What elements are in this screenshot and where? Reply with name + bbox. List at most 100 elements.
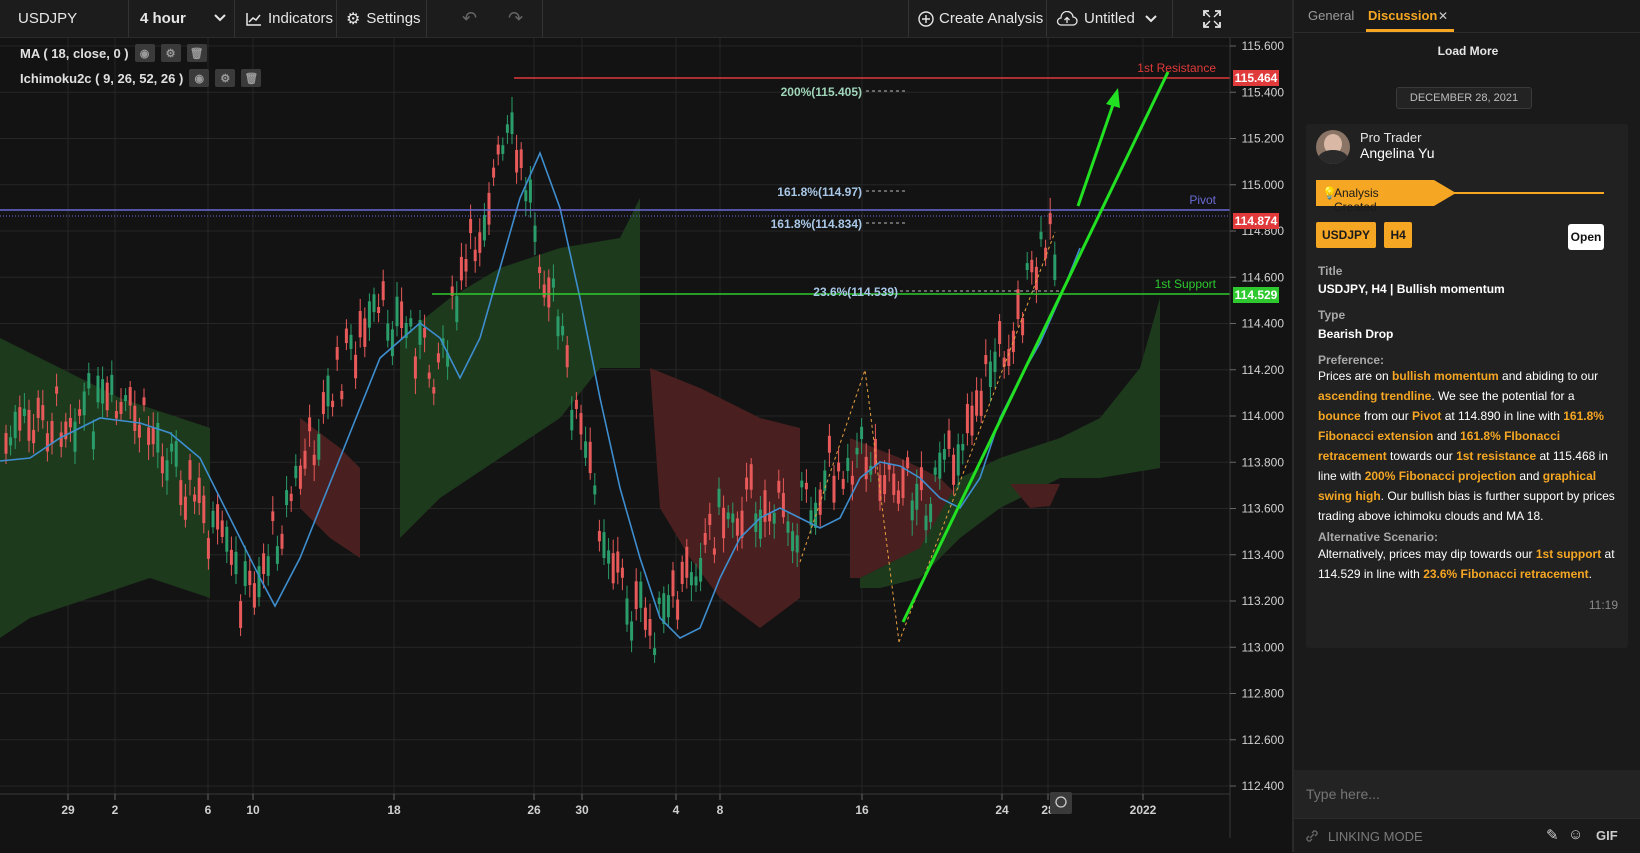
candle-body bbox=[427, 372, 431, 379]
candle-body bbox=[340, 390, 344, 400]
fullscreen-button[interactable] bbox=[1202, 0, 1222, 37]
timeframe-dropdown[interactable]: 4 hour bbox=[140, 0, 232, 37]
price-tick-label: 113.200 bbox=[1242, 594, 1285, 608]
candle-body bbox=[289, 493, 293, 502]
timeframe-label: 4 hour bbox=[140, 10, 186, 27]
candle-body bbox=[280, 533, 284, 549]
candle-body bbox=[170, 443, 174, 452]
candle-body bbox=[800, 480, 804, 488]
candle-body bbox=[386, 323, 390, 341]
tab-general[interactable]: General bbox=[1308, 8, 1354, 23]
eye-icon[interactable]: ◉ bbox=[189, 69, 210, 87]
price-chart[interactable]: 115.600 115.400 115.200 115.000 114.800 114.6… bbox=[0, 38, 1292, 852]
candle-body bbox=[225, 526, 229, 552]
gear-icon[interactable]: ⚙ bbox=[215, 69, 236, 87]
candle-body bbox=[469, 218, 473, 234]
trash-icon[interactable]: 🗑 bbox=[186, 44, 207, 62]
redo-button[interactable]: ↷ bbox=[508, 0, 523, 37]
open-button[interactable]: Open bbox=[1568, 224, 1604, 250]
gif-button[interactable]: GIF bbox=[1596, 828, 1618, 843]
load-more-button[interactable]: Load More bbox=[1294, 44, 1640, 58]
gear-icon[interactable]: ⚙ bbox=[160, 44, 181, 62]
gear-icon: ⚙ bbox=[346, 10, 361, 28]
message-input[interactable] bbox=[1304, 780, 1628, 808]
chevron-down-icon bbox=[214, 14, 226, 22]
candle-body bbox=[565, 345, 569, 368]
candle-body bbox=[487, 192, 491, 225]
tab-discussion[interactable]: Discussion bbox=[1368, 8, 1437, 23]
candle-body bbox=[749, 464, 753, 490]
emoji-icon[interactable]: ☺ bbox=[1568, 826, 1583, 843]
price-tick-label: 114.000 bbox=[1242, 409, 1285, 423]
highlight: Pivot bbox=[1412, 409, 1442, 423]
candle-body bbox=[381, 281, 385, 301]
candle-body bbox=[597, 530, 601, 542]
candle-body bbox=[234, 551, 238, 575]
candle-body bbox=[78, 409, 82, 416]
candle-body bbox=[938, 452, 942, 479]
timeframe-tag: H4 bbox=[1384, 222, 1412, 248]
author-role: Pro Trader bbox=[1360, 130, 1422, 145]
candle-body bbox=[731, 513, 735, 523]
layout-dropdown[interactable]: Untitled bbox=[1056, 0, 1157, 37]
symbol-selector[interactable]: USDJPY bbox=[18, 0, 77, 37]
price-tick-label: 114.400 bbox=[1242, 317, 1285, 331]
candle-body bbox=[73, 421, 77, 452]
candle-body bbox=[377, 307, 381, 314]
symbol-label: USDJPY bbox=[18, 10, 78, 27]
candle-body bbox=[942, 448, 946, 460]
close-icon[interactable]: ✕ bbox=[1438, 9, 1448, 23]
candle-body bbox=[308, 417, 312, 432]
sidebar-tabs: General Discussion ✕ bbox=[1294, 0, 1640, 33]
candle-body bbox=[901, 466, 905, 499]
candle-body bbox=[409, 318, 413, 327]
undo-button[interactable]: ↶ bbox=[462, 0, 477, 37]
candle-body bbox=[712, 548, 716, 555]
candle-body bbox=[956, 444, 960, 476]
candle-body bbox=[639, 581, 643, 608]
indicators-button[interactable]: Indicators bbox=[246, 0, 333, 37]
eye-icon[interactable]: ◉ bbox=[134, 44, 155, 62]
price-tick-label: 113.000 bbox=[1242, 640, 1285, 654]
type-value: Bearish Drop bbox=[1318, 327, 1394, 341]
attachment-icon[interactable]: ✎ bbox=[1546, 826, 1559, 844]
time-tick-label: 10 bbox=[246, 803, 260, 817]
time-tick-label: 2 bbox=[112, 803, 119, 817]
toolbar-divider bbox=[426, 0, 427, 37]
highlight: 1st support bbox=[1535, 547, 1602, 561]
candle-body bbox=[303, 450, 307, 469]
candle-body bbox=[367, 301, 371, 328]
settings-button[interactable]: ⚙ Settings bbox=[346, 0, 421, 37]
candle-body bbox=[864, 456, 868, 480]
candle-body bbox=[114, 411, 118, 419]
chart-canvas[interactable]: 115.600115.400115.200115.000114.800114.6… bbox=[0, 38, 1292, 852]
time-axis: 29 2 6 10 18 26 30 4 8 16 24 28 2022 bbox=[0, 793, 1230, 817]
candle-body bbox=[220, 520, 224, 537]
fullscreen-icon bbox=[1203, 9, 1221, 28]
candle-body bbox=[105, 382, 109, 411]
candle-body bbox=[326, 375, 330, 407]
candle-body bbox=[82, 391, 86, 416]
candle-body bbox=[860, 426, 864, 440]
highlight: 200% Fibonacci projection bbox=[1364, 469, 1517, 483]
link-icon[interactable] bbox=[1304, 828, 1320, 844]
price-axis: 115.600115.400115.200115.000114.800114.6… bbox=[1230, 39, 1284, 793]
price-tick-label: 114.600 bbox=[1242, 270, 1285, 284]
create-analysis-button[interactable]: Create Analysis bbox=[918, 0, 1043, 37]
candle-body bbox=[248, 570, 252, 586]
linking-mode-label[interactable]: LINKING MODE bbox=[1328, 829, 1423, 844]
candle-body bbox=[676, 599, 680, 620]
candle-body bbox=[68, 417, 72, 428]
toolbar-divider bbox=[234, 0, 235, 37]
toolbar-divider bbox=[1046, 0, 1047, 37]
highlight: bounce bbox=[1318, 409, 1361, 423]
trash-icon[interactable]: 🗑 bbox=[241, 69, 262, 87]
candle-body bbox=[1039, 231, 1043, 240]
candle-body bbox=[147, 427, 151, 445]
candle-body bbox=[459, 256, 463, 281]
candle-body bbox=[607, 550, 611, 564]
message-composer[interactable] bbox=[1294, 770, 1640, 818]
candle-body bbox=[694, 576, 698, 586]
candle-body bbox=[593, 485, 597, 495]
candle-body bbox=[781, 493, 785, 518]
